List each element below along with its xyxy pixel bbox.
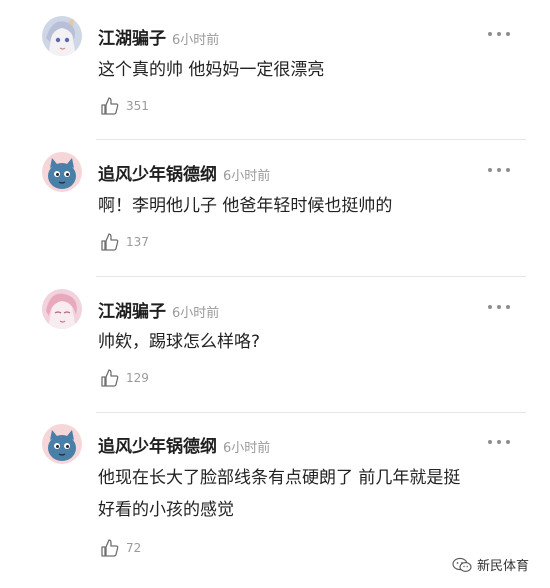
divider <box>96 412 526 413</box>
comment-text: 这个真的帅 他妈妈一定很漂亮 <box>98 60 325 80</box>
like-count: 351 <box>126 99 149 113</box>
comment-text: 他现在长大了脸部线条有点硬朗了 前几年就是挺 好看的小孩的感觉 <box>98 462 518 526</box>
avatar[interactable] <box>42 16 82 56</box>
thumbs-up-icon <box>101 369 119 387</box>
like-button[interactable]: 351 <box>100 96 149 116</box>
like-button[interactable]: 137 <box>100 232 149 252</box>
thumbs-up-icon <box>101 539 119 557</box>
avatar[interactable] <box>42 424 82 464</box>
divider <box>96 276 526 277</box>
comment-text-line: 他现在长大了脸部线条有点硬朗了 前几年就是挺 <box>98 468 461 488</box>
more-options-icon[interactable] <box>488 439 510 445</box>
timestamp: 6小时前 <box>223 441 271 456</box>
anime-avatar-icon <box>42 16 82 56</box>
comment-text-line: 好看的小孩的感觉 <box>98 500 234 520</box>
blue-cartoon-avatar-icon <box>42 152 82 192</box>
like-count: 129 <box>126 371 149 385</box>
like-button[interactable]: 129 <box>100 368 149 388</box>
blue-cartoon-avatar-icon <box>42 424 82 464</box>
like-count: 137 <box>126 235 149 249</box>
more-options-icon[interactable] <box>488 31 510 37</box>
thumbs-up-icon <box>101 97 119 115</box>
more-options-icon[interactable] <box>488 304 510 310</box>
username[interactable]: 追风少年锅德纲 6小时前 <box>98 432 270 457</box>
username-text[interactable]: 江湖骗子 <box>98 302 166 322</box>
comment-text: 啊！李明他儿子 他爸年轻时候也挺帅的 <box>98 196 393 216</box>
timestamp: 6小时前 <box>172 306 220 321</box>
watermark: 新民体育 <box>452 555 529 574</box>
timestamp: 6小时前 <box>223 169 271 184</box>
thumbs-up-icon <box>101 233 119 251</box>
timestamp: 6小时前 <box>172 33 220 48</box>
username[interactable]: 江湖骗子 6小时前 <box>98 297 219 322</box>
username[interactable]: 江湖骗子 6小时前 <box>98 24 219 49</box>
username[interactable]: 追风少年锅德纲 6小时前 <box>98 160 270 185</box>
anime-avatar-icon <box>42 289 82 329</box>
username-text[interactable]: 追风少年锅德纲 <box>98 165 217 185</box>
wechat-logo-icon <box>452 557 472 572</box>
avatar[interactable] <box>42 289 82 329</box>
watermark-label: 新民体育 <box>477 559 530 574</box>
like-button[interactable]: 72 <box>100 538 141 558</box>
more-options-icon[interactable] <box>488 167 510 173</box>
divider <box>96 139 526 140</box>
avatar[interactable] <box>42 152 82 192</box>
username-text[interactable]: 追风少年锅德纲 <box>98 437 217 457</box>
username-text[interactable]: 江湖骗子 <box>98 29 166 49</box>
like-count: 72 <box>126 541 142 555</box>
comment-text: 帅欸，踢球怎么样咯? <box>98 332 261 352</box>
